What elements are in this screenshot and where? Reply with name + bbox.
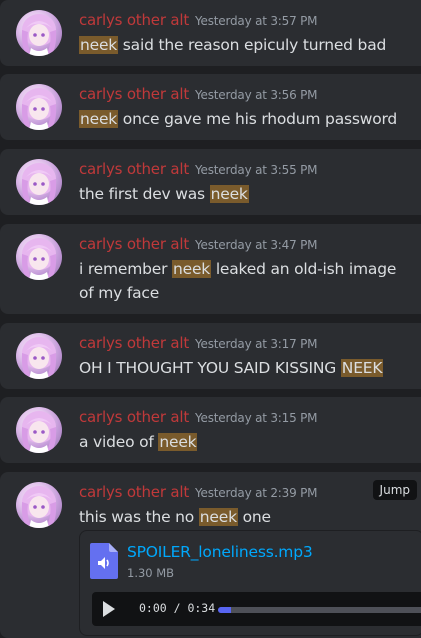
message-content: the first dev was neek <box>79 182 409 206</box>
audio-attachment: SPOILER_loneliness.mp3 1.30 MB 0:00 / 0:… <box>79 530 421 636</box>
search-result[interactable]: carlys other alt Yesterday at 3:17 PM OH … <box>0 323 421 389</box>
search-result[interactable]: carlys other alt Yesterday at 3:55 PM the… <box>0 149 421 215</box>
timestamp: Yesterday at 3:17 PM <box>195 337 318 351</box>
message-content: i remember neek leaked an old-ish image … <box>79 257 409 305</box>
highlight-match: neek <box>79 36 119 54</box>
message-content: this was the no neek one <box>79 505 409 529</box>
avatar[interactable] <box>16 84 62 130</box>
avatar[interactable] <box>16 159 62 205</box>
message-content: neek once gave me his rhodum password <box>79 107 409 131</box>
timestamp: Yesterday at 3:55 PM <box>195 163 318 177</box>
message-content: OH I THOUGHT YOU SAID KISSING NEEK <box>79 356 409 380</box>
time-display: 0:00 / 0:34 <box>139 601 216 615</box>
avatar[interactable] <box>16 407 62 453</box>
audio-file-icon <box>90 543 118 583</box>
highlight-match: neek <box>158 433 198 451</box>
message-text: OH I THOUGHT YOU SAID KISSING <box>79 359 341 377</box>
highlight-match: NEEK <box>340 359 384 377</box>
timestamp: Yesterday at 2:39 PM <box>195 486 318 500</box>
message-content: neek said the reason epiculy turned bad <box>79 33 409 57</box>
message-text: this was the no <box>79 508 199 526</box>
author-name[interactable]: carlys other alt <box>79 11 189 29</box>
search-result[interactable]: carlys other alt Yesterday at 2:39 PM Jum… <box>0 472 421 638</box>
message-header: carlys other alt Yesterday at 3:56 PM <box>79 84 318 104</box>
message-content: a video of neek <box>79 430 409 454</box>
message-text: a video of <box>79 433 159 451</box>
message-text: the first dev was <box>79 185 210 203</box>
avatar[interactable] <box>16 10 62 56</box>
message-header: carlys other alt Yesterday at 3:15 PM <box>79 407 318 427</box>
avatar[interactable] <box>16 333 62 379</box>
message-text: said the reason epiculy turned bad <box>118 36 387 54</box>
progress-bar[interactable] <box>218 607 421 613</box>
search-result[interactable]: carlys other alt Yesterday at 3:15 PM a v… <box>0 397 421 463</box>
message-header: carlys other alt Yesterday at 3:57 PM <box>79 10 318 30</box>
highlight-match: neek <box>209 185 249 203</box>
audio-player: 0:00 / 0:34 <box>92 592 421 626</box>
file-name-link[interactable]: SPOILER_loneliness.mp3 <box>127 543 313 561</box>
author-name[interactable]: carlys other alt <box>79 483 189 501</box>
avatar[interactable] <box>16 234 62 280</box>
search-result[interactable]: carlys other alt Yesterday at 3:47 PM i r… <box>0 224 421 314</box>
author-name[interactable]: carlys other alt <box>79 334 189 352</box>
timestamp: Yesterday at 3:47 PM <box>195 238 318 252</box>
author-name[interactable]: carlys other alt <box>79 160 189 178</box>
message-text: i remember <box>79 260 173 278</box>
author-name[interactable]: carlys other alt <box>79 235 189 253</box>
file-size: 1.30 MB <box>127 566 175 580</box>
timestamp: Yesterday at 3:56 PM <box>195 88 318 102</box>
search-result[interactable]: carlys other alt Yesterday at 3:56 PM nee… <box>0 74 421 140</box>
author-name[interactable]: carlys other alt <box>79 85 189 103</box>
highlight-match: neek <box>198 508 238 526</box>
timestamp: Yesterday at 3:15 PM <box>195 411 318 425</box>
highlight-match: neek <box>172 260 212 278</box>
message-header: carlys other alt Yesterday at 3:47 PM <box>79 234 318 254</box>
jump-button[interactable]: Jump <box>372 480 417 500</box>
search-results: carlys other alt Yesterday at 3:57 PM nee… <box>0 0 421 638</box>
search-result[interactable]: carlys other alt Yesterday at 3:57 PM nee… <box>0 0 421 66</box>
avatar[interactable] <box>16 482 62 528</box>
play-icon[interactable] <box>102 601 116 621</box>
progress-fill <box>218 607 232 613</box>
highlight-match: neek <box>79 110 119 128</box>
timestamp: Yesterday at 3:57 PM <box>195 14 318 28</box>
message-header: carlys other alt Yesterday at 2:39 PM <box>79 482 318 502</box>
message-text: one <box>237 508 271 526</box>
message-text: once gave me his rhodum password <box>118 110 398 128</box>
message-header: carlys other alt Yesterday at 3:55 PM <box>79 159 318 179</box>
message-header: carlys other alt Yesterday at 3:17 PM <box>79 333 318 353</box>
author-name[interactable]: carlys other alt <box>79 408 189 426</box>
